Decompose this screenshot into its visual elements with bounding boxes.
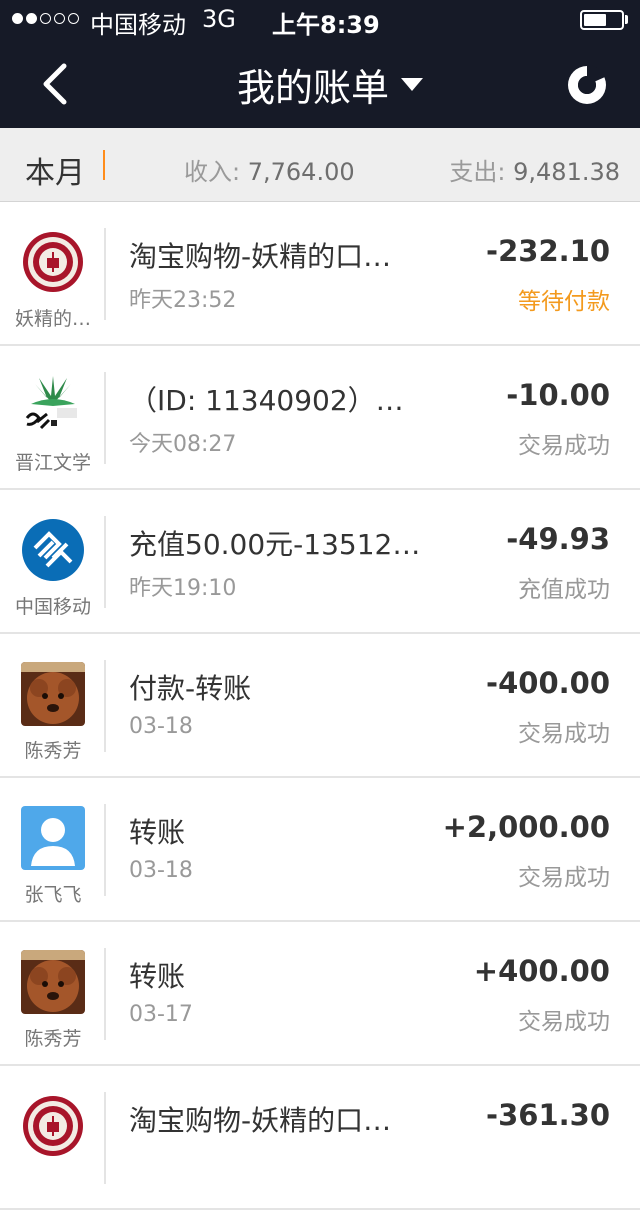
- nav-bar: 我的账单: [0, 40, 640, 128]
- bill-title: 付款-转账: [129, 672, 252, 705]
- contact-name: 张飞飞: [24, 884, 82, 906]
- row-divider: [104, 516, 106, 608]
- merchant-name: 中国移动: [14, 596, 91, 618]
- bill-title: 淘宝购物-妖精的口…: [129, 1104, 392, 1137]
- bill-row[interactable]: 陈秀芳 转账 03-17 +400.00 交易成功: [0, 922, 640, 1066]
- seal-badge-avatar: [21, 1094, 85, 1158]
- bill-status: 交易成功: [518, 721, 610, 747]
- page-title-dropdown[interactable]: 我的账单: [0, 40, 640, 128]
- contact-name: 陈秀芳: [24, 740, 82, 762]
- bill-status: 交易成功: [518, 865, 610, 891]
- bill-amount: -400.00: [486, 666, 610, 700]
- monthly-summary: 本月 收入: 7,764.00 支出: 9,481.38: [0, 128, 640, 202]
- bill-time: 今天08:27: [129, 432, 237, 457]
- bill-title: （ID: 11340902）…: [129, 384, 404, 417]
- default-person-avatar: [21, 806, 85, 870]
- network-type: 3G: [202, 5, 236, 33]
- bill-time: 昨天19:10: [129, 576, 237, 601]
- row-divider: [104, 660, 106, 752]
- bill-amount: -10.00: [506, 378, 610, 412]
- income-summary: 收入: 7,764.00: [184, 152, 355, 187]
- bill-time: 03-18: [129, 714, 193, 739]
- bill-row[interactable]: 张飞飞 转账 03-18 +2,000.00 交易成功: [0, 778, 640, 922]
- contact-name: 陈秀芳: [24, 1028, 82, 1050]
- carrier-name: 中国移动: [90, 11, 186, 39]
- bill-status: 交易成功: [518, 1009, 610, 1035]
- row-divider: [104, 948, 106, 1040]
- pie-chart-icon[interactable]: [566, 64, 608, 106]
- china-mobile-logo: [21, 518, 85, 582]
- bill-amount: -49.93: [506, 522, 610, 556]
- bill-title: 充值50.00元-13512…: [129, 528, 419, 561]
- clock: 上午8:39: [272, 11, 380, 39]
- expense-label: 支出:: [449, 158, 506, 186]
- bill-amount: +2,000.00: [442, 810, 610, 844]
- status-bar: 中国移动 3G 上午8:39: [0, 0, 640, 40]
- jinjiang-literature-avatar: [21, 374, 85, 438]
- bill-amount: +400.00: [473, 954, 610, 988]
- bill-title: 淘宝购物-妖精的口…: [129, 240, 392, 273]
- bill-amount: -361.30: [486, 1098, 610, 1132]
- bill-time: 昨天23:52: [129, 288, 237, 313]
- period-divider: [103, 150, 105, 180]
- bill-time: 03-18: [129, 858, 193, 883]
- bill-list: 妖精的… 淘宝购物-妖精的口… 昨天23:52 -232.10 等待付款 晋江文…: [0, 202, 640, 1210]
- page-title: 我的账单: [236, 65, 389, 110]
- row-divider: [104, 372, 106, 464]
- expense-summary: 支出: 9,481.38: [449, 152, 620, 187]
- battery-icon: [580, 10, 624, 30]
- merchant-name: 晋江文学: [14, 452, 91, 474]
- row-divider: [104, 804, 106, 896]
- bill-row[interactable]: 淘宝购物-妖精的口… -361.30: [0, 1066, 640, 1210]
- merchant-name: 妖精的…: [14, 308, 91, 330]
- income-label: 收入:: [184, 158, 241, 186]
- dog-photo-avatar: [21, 662, 85, 726]
- row-divider: [104, 228, 106, 320]
- period-label[interactable]: 本月: [25, 148, 85, 192]
- income-value: 7,764.00: [247, 158, 355, 186]
- bill-row[interactable]: 晋江文学 （ID: 11340902）… 今天08:27 -10.00 交易成功: [0, 346, 640, 490]
- seal-badge-avatar: [21, 230, 85, 294]
- bill-row[interactable]: 陈秀芳 付款-转账 03-18 -400.00 交易成功: [0, 634, 640, 778]
- bill-title: 转账: [129, 960, 186, 993]
- bill-row[interactable]: 中国移动 充值50.00元-13512… 昨天19:10 -49.93 充值成功: [0, 490, 640, 634]
- row-divider: [104, 1092, 106, 1184]
- signal-strength-icon: [12, 13, 79, 24]
- battery-tip: [625, 15, 628, 24]
- expense-value: 9,481.38: [513, 158, 620, 186]
- bill-status: 等待付款: [518, 289, 610, 315]
- bill-row[interactable]: 妖精的… 淘宝购物-妖精的口… 昨天23:52 -232.10 等待付款: [0, 202, 640, 346]
- bill-status: 充值成功: [518, 577, 610, 603]
- bill-amount: -232.10: [486, 234, 610, 268]
- caret-down-icon: [401, 77, 423, 91]
- bill-time: 03-17: [129, 1002, 193, 1027]
- dog-photo-avatar: [21, 950, 85, 1014]
- bill-status: 交易成功: [518, 433, 610, 459]
- bill-title: 转账: [129, 816, 186, 849]
